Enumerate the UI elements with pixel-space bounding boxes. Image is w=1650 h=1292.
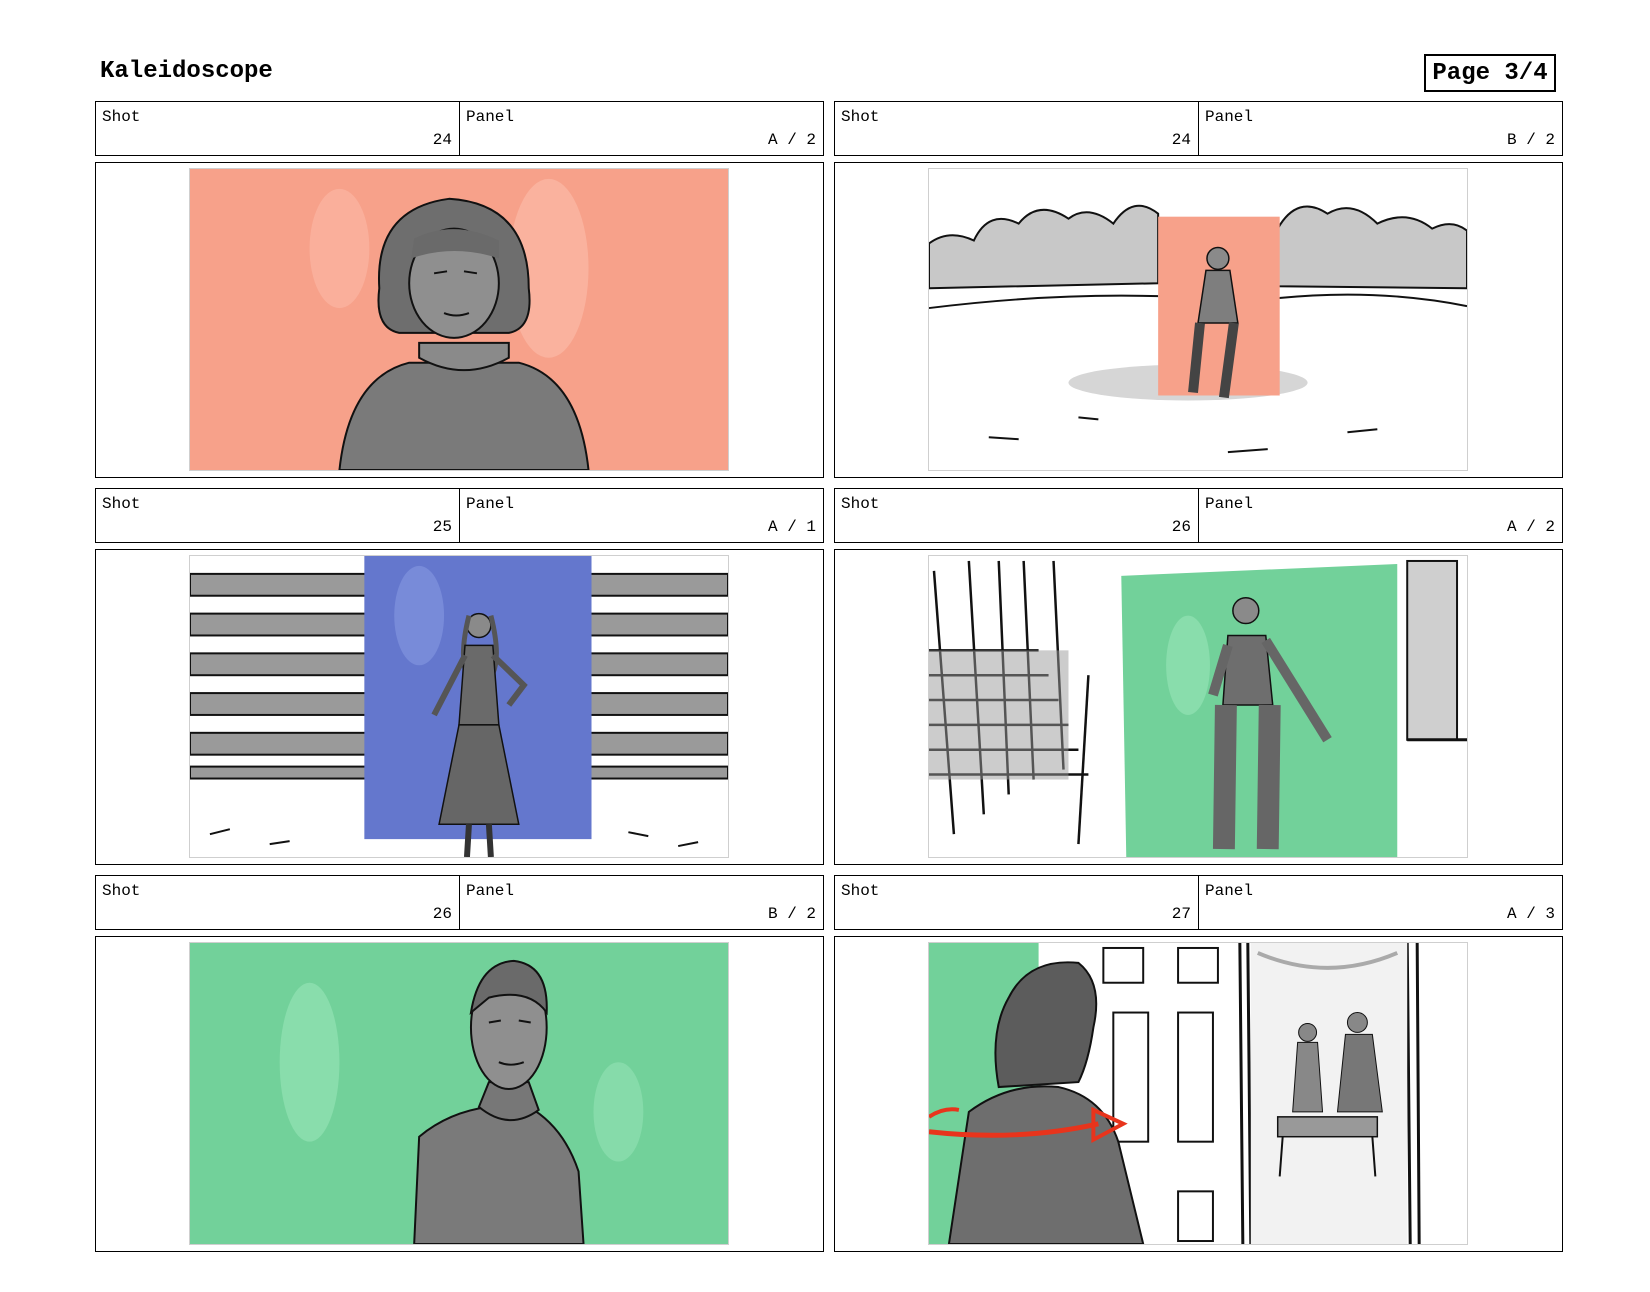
woman-green-backdrop-staircase-icon <box>928 555 1468 858</box>
panel-number: A / 3 <box>1506 905 1555 923</box>
panel-label: Panel <box>466 495 515 513</box>
page-number: Page 3/4 <box>1424 54 1556 92</box>
panel-cell: Panel A / 2 <box>459 102 823 155</box>
shot-number: 25 <box>432 518 452 536</box>
shot-number: 27 <box>1171 905 1191 923</box>
shot-cell: Shot 25 <box>96 489 459 542</box>
panel-label: Panel <box>1205 495 1254 513</box>
shot-number: 26 <box>1171 518 1191 536</box>
shot-label: Shot <box>841 108 880 126</box>
storyboard-frame <box>834 162 1563 478</box>
shot-number: 24 <box>432 131 452 149</box>
panel-number: B / 2 <box>1506 131 1555 149</box>
panel-number: A / 2 <box>767 131 816 149</box>
storyboard-frame <box>95 936 824 1252</box>
panel-header: Shot 24 Panel A / 2 <box>95 101 824 156</box>
panel-cell: Panel A / 1 <box>459 489 823 542</box>
panel-label: Panel <box>1205 882 1254 900</box>
panel-header: Shot 24 Panel B / 2 <box>834 101 1563 156</box>
shot-cell: Shot 26 <box>96 876 459 929</box>
panel-header: Shot 26 Panel A / 2 <box>834 488 1563 543</box>
panel-cell: Panel B / 2 <box>459 876 823 929</box>
shot-label: Shot <box>102 882 141 900</box>
panel-number: A / 2 <box>1506 518 1555 536</box>
panel-label: Panel <box>466 882 515 900</box>
shot-cell: Shot 24 <box>835 102 1198 155</box>
woman-in-park-coral-backdrop-icon <box>928 168 1468 471</box>
panel-header: Shot 27 Panel A / 3 <box>834 875 1563 930</box>
shot-label: Shot <box>841 495 880 513</box>
panel-cell: Panel A / 3 <box>1198 876 1562 929</box>
shot-label: Shot <box>102 108 141 126</box>
panel-header: Shot 26 Panel B / 2 <box>95 875 824 930</box>
panel-label: Panel <box>1205 108 1254 126</box>
close-up-woman-coral-backdrop-icon <box>189 168 729 471</box>
shot-cell: Shot 24 <box>96 102 459 155</box>
shot-cell: Shot 26 <box>835 489 1198 542</box>
shot-cell: Shot 27 <box>835 876 1198 929</box>
shot-number: 26 <box>432 905 452 923</box>
panel-cell: Panel B / 2 <box>1198 102 1562 155</box>
panel-cell: Panel A / 2 <box>1198 489 1562 542</box>
woman-blue-backdrop-striped-wall-icon <box>189 555 729 858</box>
medium-shot-woman-green-backdrop-icon <box>189 942 729 1245</box>
panel-label: Panel <box>466 108 515 126</box>
storyboard-frame <box>95 162 824 478</box>
storyboard-frame <box>834 549 1563 865</box>
storyboard-frame <box>834 936 1563 1252</box>
panel-header: Shot 25 Panel A / 1 <box>95 488 824 543</box>
storyboard-frame <box>95 549 824 865</box>
shot-label: Shot <box>102 495 141 513</box>
shot-number: 24 <box>1171 131 1191 149</box>
man-doorway-red-arrow-icon <box>928 942 1468 1245</box>
panel-number: B / 2 <box>767 905 816 923</box>
shot-label: Shot <box>841 882 880 900</box>
document-title: Kaleidoscope <box>100 58 273 85</box>
panel-number: A / 1 <box>767 518 816 536</box>
